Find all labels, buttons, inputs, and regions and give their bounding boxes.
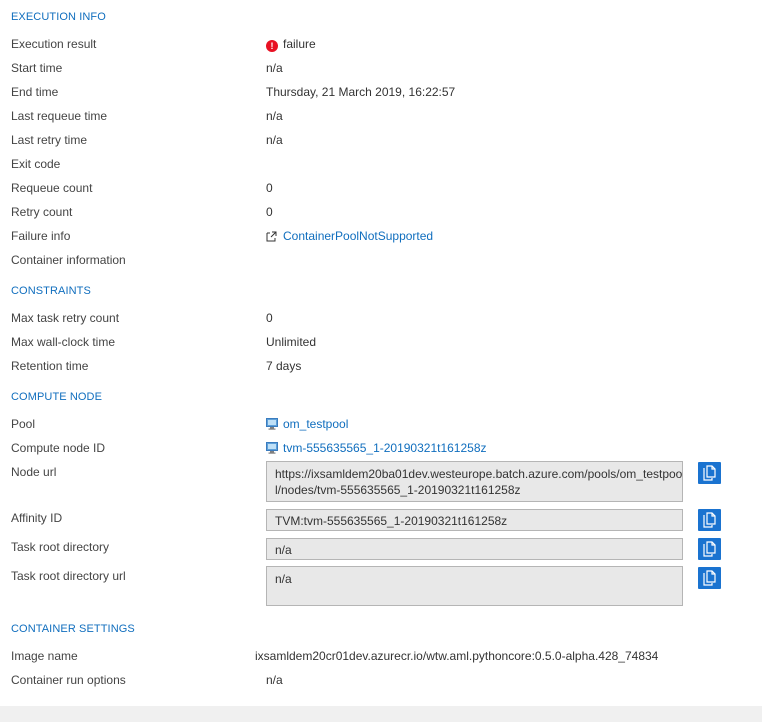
container-information-label: Container information (11, 253, 126, 267)
node-url-label: Node url (11, 465, 57, 479)
failure-info-link[interactable]: ContainerPoolNotSupported (266, 228, 433, 244)
node-url-field[interactable]: https://ixsamldem20ba01dev.westeurope.ba… (266, 461, 683, 502)
pool-link[interactable]: om_testpool (266, 416, 348, 432)
max-task-retry-row: Max task retry count 0 (0, 310, 762, 332)
start-time-row: Start time n/a (0, 60, 762, 82)
copy-task-root-directory-button[interactable] (698, 538, 721, 560)
retry-count-value: 0 (266, 205, 273, 219)
copy-task-root-directory-url-button[interactable] (698, 567, 721, 589)
failure-info-link-text[interactable]: ContainerPoolNotSupported (283, 229, 433, 243)
exit-code-label: Exit code (11, 157, 61, 171)
last-retry-time-value: n/a (266, 133, 283, 147)
retry-count-row: Retry count 0 (0, 204, 762, 226)
max-wall-clock-row: Max wall-clock time Unlimited (0, 334, 762, 356)
failure-info-row: Failure info ContainerPoolNotSupported (0, 228, 762, 250)
execution-result-label: Execution result (11, 37, 97, 51)
task-root-directory-url-field[interactable]: n/a (266, 566, 683, 606)
error-circle-icon: ! (266, 40, 278, 52)
retry-count-label: Retry count (11, 205, 73, 219)
last-requeue-time-row: Last requeue time n/a (0, 108, 762, 130)
external-link-icon (266, 231, 277, 242)
pool-label: Pool (11, 417, 36, 431)
compute-node-id-link[interactable]: tvm-555635565_1-20190321t161258z (266, 440, 487, 456)
execution-result-value: ! failure (266, 36, 316, 52)
image-name-value: ixsamldem20cr01dev.azurecr.io/wtw.aml.py… (255, 649, 659, 663)
computer-icon (266, 442, 278, 454)
last-requeue-time-value: n/a (266, 109, 283, 123)
start-time-value: n/a (266, 61, 283, 75)
end-time-label: End time (11, 85, 59, 99)
compute-node-id-link-text[interactable]: tvm-555635565_1-20190321t161258z (283, 441, 487, 455)
exit-code-row: Exit code (0, 156, 762, 178)
task-root-directory-label: Task root directory (11, 540, 110, 554)
requeue-count-label: Requeue count (11, 181, 93, 195)
requeue-count-value: 0 (266, 181, 273, 195)
last-requeue-time-label: Last requeue time (11, 109, 108, 123)
affinity-id-label: Affinity ID (11, 511, 63, 525)
container-information-row: Container information (0, 252, 762, 274)
node-url-line1: https://ixsamldem20ba01dev.westeurope.ba… (275, 467, 683, 481)
retention-time-label: Retention time (11, 359, 89, 373)
container-run-options-value: n/a (266, 673, 283, 687)
execution-result-text: failure (283, 37, 316, 51)
copy-affinity-id-button[interactable] (698, 509, 721, 531)
last-retry-time-row: Last retry time n/a (0, 132, 762, 154)
start-time-label: Start time (11, 61, 63, 75)
retention-time-value: 7 days (266, 359, 302, 373)
requeue-count-row: Requeue count 0 (0, 180, 762, 202)
max-task-retry-label: Max task retry count (11, 311, 120, 325)
execution-result-row: Execution result ! failure (0, 36, 762, 58)
copy-icon (703, 465, 716, 481)
end-time-row: End time Thursday, 21 March 2019, 16:22:… (0, 84, 762, 106)
task-root-directory-url-label: Task root directory url (11, 569, 126, 583)
node-url-line2: l/nodes/tvm-555635565_1-20190321t161258z (275, 483, 521, 497)
copy-icon (703, 541, 716, 557)
compute-node-id-label: Compute node ID (11, 441, 106, 455)
pool-link-text[interactable]: om_testpool (283, 417, 348, 431)
affinity-id-field[interactable]: TVM:tvm-555635565_1-20190321t161258z (266, 509, 683, 531)
container-settings-heading: CONTAINER SETTINGS (11, 623, 135, 635)
copy-node-url-button[interactable] (698, 462, 721, 484)
end-time-value: Thursday, 21 March 2019, 16:22:57 (266, 85, 456, 99)
footer-bar (0, 706, 762, 722)
constraints-heading: CONSTRAINTS (11, 285, 91, 297)
max-wall-clock-value: Unlimited (266, 335, 317, 349)
task-root-directory-field[interactable]: n/a (266, 538, 683, 560)
copy-icon (703, 512, 716, 528)
image-name-row: Image name ixsamldem20cr01dev.azurecr.io… (0, 648, 762, 670)
container-run-options-label: Container run options (11, 673, 126, 687)
copy-icon (703, 570, 716, 586)
execution-info-heading: EXECUTION INFO (11, 11, 106, 23)
compute-node-id-row: Compute node ID tvm-555635565_1-20190321… (0, 440, 762, 462)
max-task-retry-value: 0 (266, 311, 273, 325)
failure-info-label: Failure info (11, 229, 71, 243)
computer-icon (266, 418, 278, 430)
compute-node-heading: COMPUTE NODE (11, 391, 103, 403)
image-name-label: Image name (11, 649, 78, 663)
max-wall-clock-label: Max wall-clock time (11, 335, 116, 349)
last-retry-time-label: Last retry time (11, 133, 88, 147)
container-run-options-row: Container run options n/a (0, 672, 762, 694)
pool-row: Pool om_testpool (0, 416, 762, 438)
retention-time-row: Retention time 7 days (0, 358, 762, 380)
